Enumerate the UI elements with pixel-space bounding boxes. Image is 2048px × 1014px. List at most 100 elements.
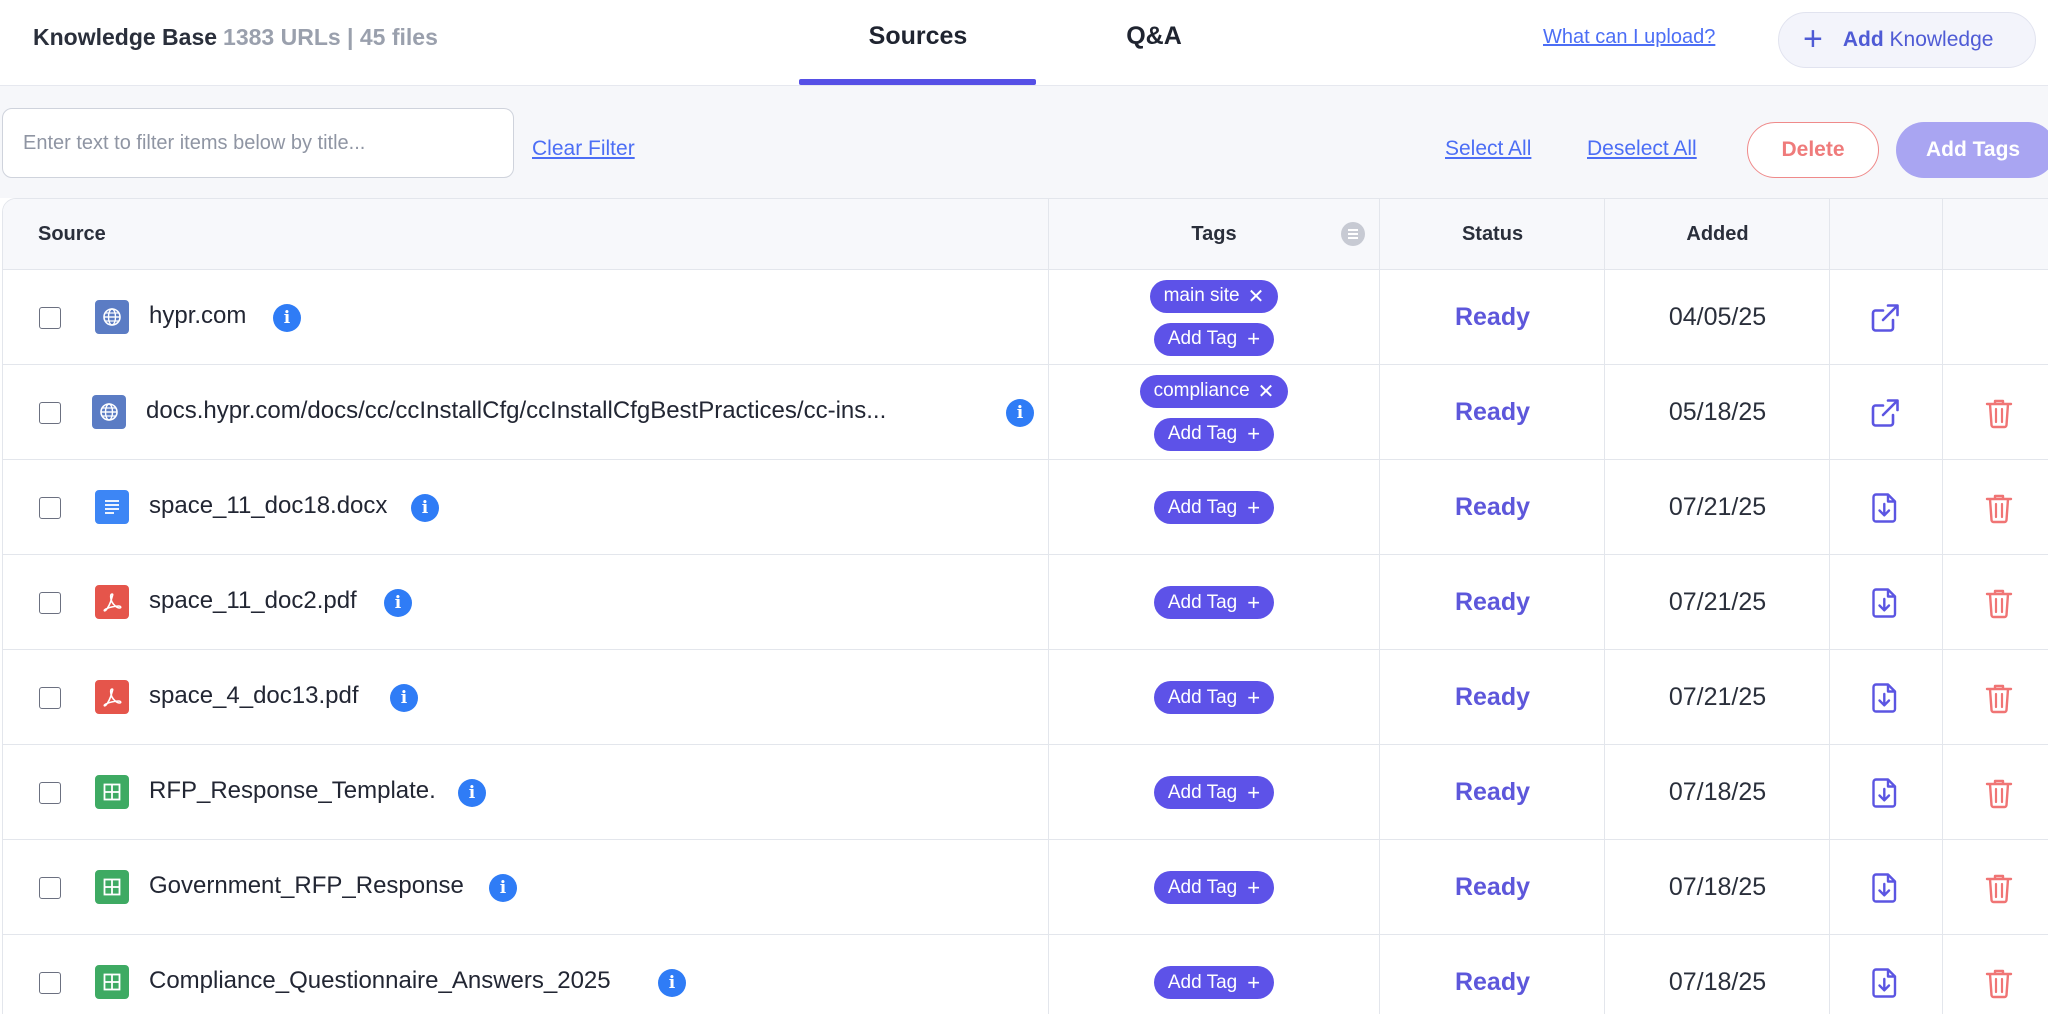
source-name[interactable]: space_4_doc13.pdf [149, 682, 359, 710]
trash-icon[interactable] [1982, 396, 2016, 430]
table-row[interactable]: RFP_Response_Template. i Add Tag + Ready 07/1… [3, 745, 2048, 840]
spreadsheet-icon [95, 965, 129, 999]
add-tag-button[interactable]: Add Tag + [1153, 776, 1275, 809]
tags-cell: Add Tag + [1049, 840, 1379, 935]
download-file-icon[interactable] [1868, 871, 1902, 905]
add-tag-label: Add Tag [1167, 971, 1238, 993]
pdf-icon [95, 585, 129, 619]
tag-filter-icon[interactable] [1341, 222, 1365, 246]
row-checkbox[interactable] [39, 402, 61, 424]
table-row[interactable]: hypr.com i main site ✕ Add Tag + Ready 04/05/25 [3, 270, 2048, 365]
add-tag-label: Add Tag [1167, 876, 1238, 898]
open-external-icon[interactable] [1868, 396, 1902, 430]
row-checkbox[interactable] [39, 687, 61, 709]
add-tag-button[interactable]: Add Tag + [1153, 491, 1275, 524]
open-external-icon[interactable] [1868, 301, 1902, 335]
trash-icon[interactable] [1982, 776, 2016, 810]
table-row[interactable]: Compliance_Questionnaire_Answers_2025 i Ad… [3, 935, 2048, 1014]
trash-icon[interactable] [1982, 966, 2016, 1000]
delete-button[interactable]: Delete [1747, 122, 1879, 178]
added-date: 04/05/25 [1668, 303, 1767, 331]
info-icon[interactable]: i [384, 589, 412, 617]
status-text: Ready [1454, 968, 1531, 996]
download-file-icon[interactable] [1868, 586, 1902, 620]
download-file-icon[interactable] [1868, 681, 1902, 715]
row-checkbox[interactable] [39, 592, 61, 614]
filter-input[interactable] [2, 108, 514, 178]
add-tag-button[interactable]: Add Tag + [1153, 322, 1275, 356]
add-tags-button[interactable]: Add Tags [1896, 122, 2048, 178]
trash-icon[interactable] [1982, 871, 2016, 905]
plus-icon: + [1247, 494, 1261, 520]
row-checkbox[interactable] [39, 497, 61, 519]
spreadsheet-icon [95, 870, 129, 904]
add-tag-button[interactable]: Add Tag + [1153, 871, 1275, 904]
added-date: 07/21/25 [1668, 683, 1767, 711]
table-row[interactable]: Government_RFP_Response i Add Tag + Ready 07/… [3, 840, 2048, 935]
table-row[interactable]: space_11_doc2.pdf i Add Tag + Ready 07/21/25 [3, 555, 2048, 650]
add-tag-label: Add Tag [1167, 686, 1238, 708]
tags-cell: Add Tag + [1049, 460, 1379, 555]
column-header-status: Status [1461, 223, 1524, 245]
tab-qa[interactable]: Q&A [1036, 22, 1272, 51]
trash-icon[interactable] [1982, 586, 2016, 620]
select-all-link[interactable]: Select All [1445, 137, 1531, 161]
row-checkbox[interactable] [39, 877, 61, 899]
add-tag-label: Add Tag [1167, 781, 1238, 803]
info-icon[interactable]: i [658, 969, 686, 997]
download-file-icon[interactable] [1868, 776, 1902, 810]
source-name[interactable]: space_11_doc18.docx [149, 492, 387, 520]
tags-cell: Add Tag + [1049, 555, 1379, 650]
add-tag-button[interactable]: Add Tag + [1153, 966, 1275, 999]
source-name[interactable]: Compliance_Questionnaire_Answers_2025 [149, 967, 611, 995]
add-tag-button[interactable]: Add Tag + [1153, 586, 1275, 619]
column-header-source: Source [38, 223, 106, 245]
source-name[interactable]: hypr.com [149, 302, 246, 330]
add-tag-label: Add Tag [1167, 423, 1238, 444]
what-can-i-upload-link[interactable]: What can I upload? [1543, 26, 1715, 49]
add-tag-label: Add Tag [1167, 591, 1238, 613]
table-row[interactable]: docs.hypr.com/docs/cc/ccInstallCfg/ccIns… [3, 365, 2048, 460]
info-icon[interactable]: i [273, 304, 301, 332]
row-checkbox[interactable] [39, 307, 61, 329]
pdf-icon [95, 680, 129, 714]
source-name[interactable]: docs.hypr.com/docs/cc/ccInstallCfg/ccIns… [146, 397, 886, 425]
info-icon[interactable]: i [489, 874, 517, 902]
add-tag-button[interactable]: Add Tag + [1153, 681, 1275, 714]
add-knowledge-rest: Knowledge [1889, 28, 1994, 51]
tag-chip[interactable]: compliance ✕ [1139, 374, 1289, 408]
info-icon[interactable]: i [458, 779, 486, 807]
globe-icon [95, 300, 129, 334]
tab-sources[interactable]: Sources [800, 22, 1036, 51]
download-file-icon[interactable] [1868, 491, 1902, 525]
info-icon[interactable]: i [1006, 399, 1034, 427]
table-header: Source Tags Status Added [3, 199, 2048, 270]
added-date: 07/21/25 [1668, 588, 1767, 616]
page-title-text: Knowledge Base [33, 24, 218, 50]
table-row[interactable]: space_11_doc18.docx i Add Tag + Ready 07/21/2… [3, 460, 2048, 555]
add-tag-button[interactable]: Add Tag + [1153, 417, 1275, 451]
trash-icon[interactable] [1982, 491, 2016, 525]
trash-icon[interactable] [1982, 681, 2016, 715]
clear-filter-link[interactable]: Clear Filter [532, 137, 635, 161]
remove-tag-icon[interactable]: ✕ [1258, 379, 1275, 404]
tags-cell: compliance ✕ Add Tag + [1049, 365, 1379, 460]
source-name[interactable]: Government_RFP_Response [149, 872, 464, 900]
add-tag-label: Add Tag [1167, 328, 1238, 349]
status-text: Ready [1454, 778, 1531, 806]
row-checkbox[interactable] [39, 972, 61, 994]
source-name[interactable]: RFP_Response_Template. [149, 777, 436, 805]
add-knowledge-button[interactable]: + Add Knowledge [1778, 12, 2036, 68]
sources-table: Source Tags Status Added hypr.com i main s… [2, 198, 2048, 1014]
table-row[interactable]: space_4_doc13.pdf i Add Tag + Ready 07/21/25 [3, 650, 2048, 745]
deselect-all-link[interactable]: Deselect All [1587, 137, 1697, 161]
source-name[interactable]: space_11_doc2.pdf [149, 587, 357, 615]
row-checkbox[interactable] [39, 782, 61, 804]
tag-chip[interactable]: main site ✕ [1149, 279, 1279, 313]
active-tab-indicator [799, 79, 1036, 85]
remove-tag-icon[interactable]: ✕ [1248, 284, 1265, 309]
info-icon[interactable]: i [390, 684, 418, 712]
info-icon[interactable]: i [411, 494, 439, 522]
tags-cell: Add Tag + [1049, 650, 1379, 745]
download-file-icon[interactable] [1868, 966, 1902, 1000]
